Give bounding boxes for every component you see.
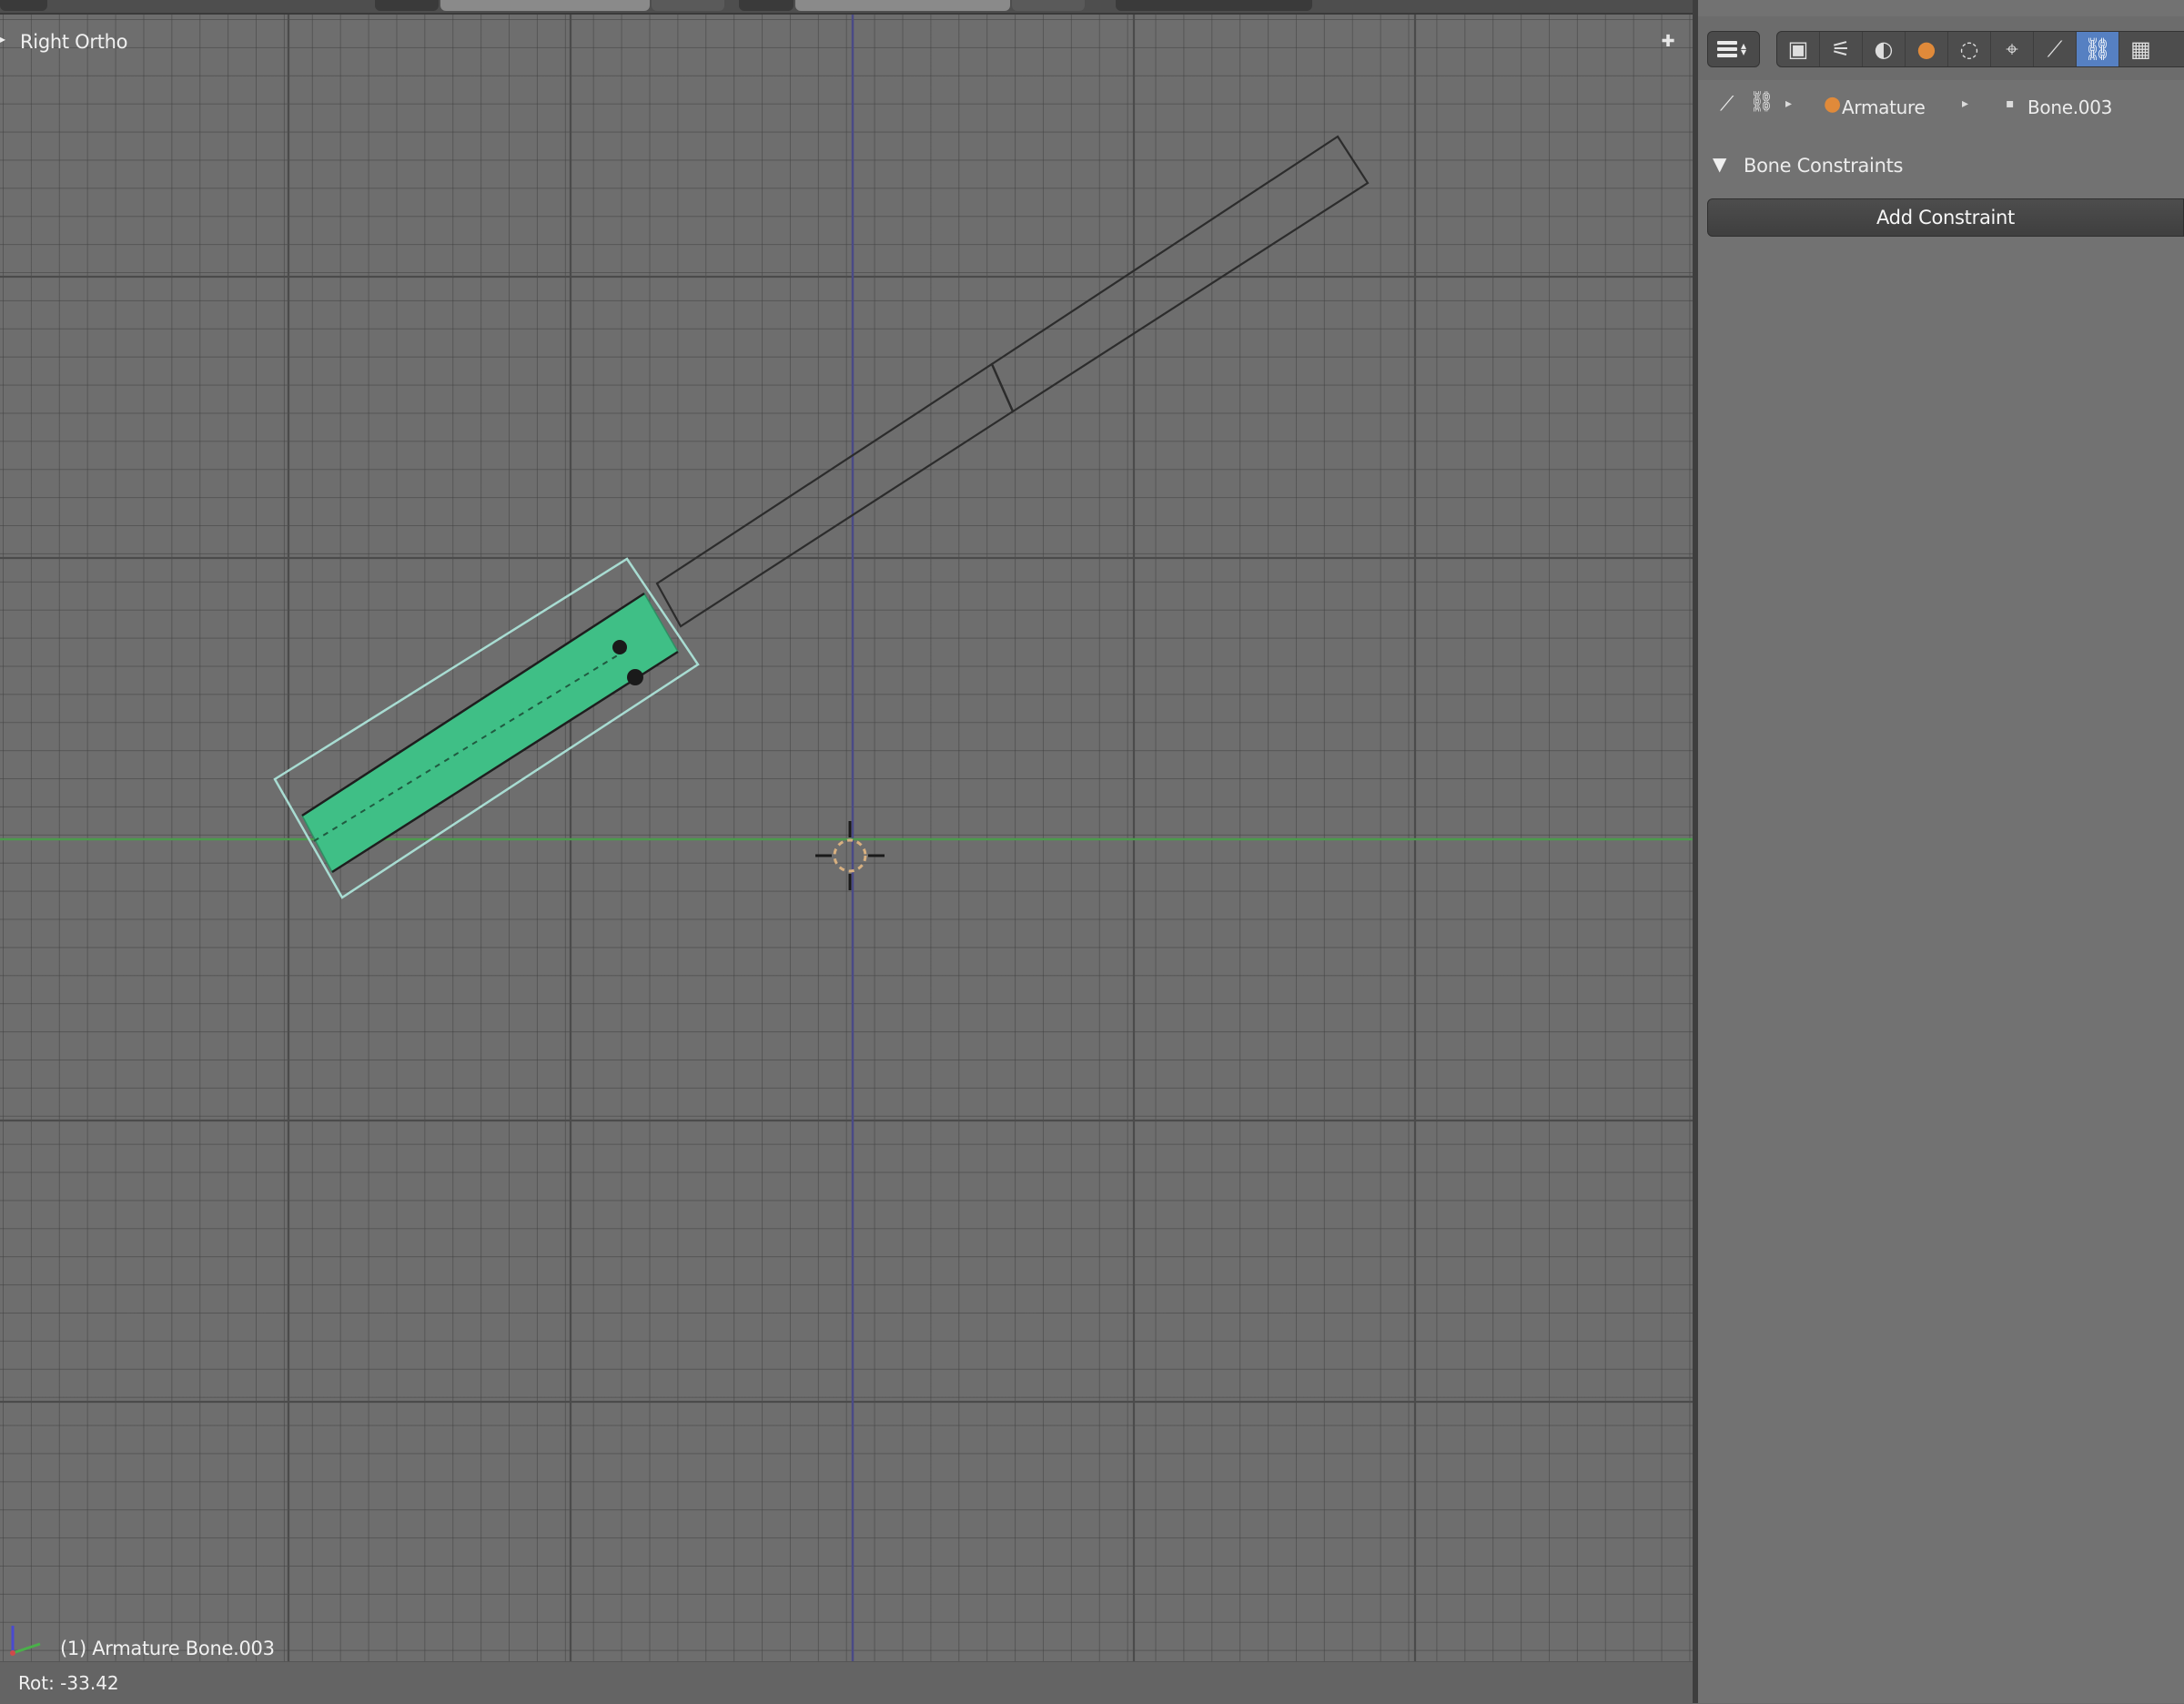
properties-editor-icon[interactable]: ▴ ▾: [1707, 31, 1760, 67]
header-toggle-block[interactable]: [739, 0, 794, 11]
add-constraint-button[interactable]: Add Constraint: [1707, 198, 2184, 237]
header-field-1[interactable]: [440, 0, 650, 11]
active-object-info: (1) Armature Bone.003: [60, 1638, 275, 1659]
view-label: Right Ortho: [20, 31, 128, 53]
editor-menu-block[interactable]: [0, 0, 47, 11]
header-field-2[interactable]: [795, 0, 1010, 11]
bone-constraints-panel-header[interactable]: ▼ Bone Constraints: [1713, 147, 2184, 184]
bone-data-icon: ⛓: [1749, 91, 1774, 114]
header-field-2-buttons[interactable]: [1012, 0, 1085, 11]
breadcrumb-bone: Bone.003: [2027, 96, 2113, 118]
viewport-corner-plus-icon[interactable]: ✚: [1661, 34, 1675, 50]
constraints-icon[interactable]: ⌖: [1991, 32, 2034, 66]
bone-icon[interactable]: ⟋: [2034, 32, 2077, 66]
bone-joint-tail: [627, 669, 643, 685]
bone-octahedral-unselected: [655, 135, 1370, 628]
collapse-arrow-icon[interactable]: ▼: [1713, 153, 1726, 175]
render-icon[interactable]: ▣: [1777, 32, 1820, 66]
scene-icon[interactable]: ◐: [1863, 32, 1906, 66]
rotation-readout: Rot: -33.42: [18, 1672, 119, 1694]
world-icon[interactable]: ●: [1906, 32, 1948, 66]
bone-small-icon: ▪: [2006, 96, 2015, 111]
view-menu-arrow-icon[interactable]: ▸: [0, 34, 9, 45]
render-layers-icon[interactable]: ⚟: [1820, 32, 1863, 66]
selected-bone-fill: [301, 592, 680, 874]
breadcrumb-separator-icon: ▸: [1785, 96, 1793, 111]
properties-editor: ▴ ▾ ▣ ⚟ ◐ ● ◌ ⌖ ⟋ ⛓ ▦ ⟋ ⛓ ▸ ● Armature ▸ …: [1698, 0, 2184, 1703]
properties-context-header: ▴ ▾ ▣ ⚟ ◐ ● ◌ ⌖ ⟋ ⛓ ▦: [1698, 16, 2184, 80]
context-tabs: ▣ ⚟ ◐ ● ◌ ⌖ ⟋ ⛓ ▦: [1776, 31, 2184, 67]
header-dropdown-block[interactable]: [1116, 0, 1312, 11]
breadcrumb-armature: Armature: [1842, 96, 1926, 118]
bone-joint-head: [612, 640, 627, 654]
viewport-canvas[interactable]: [0, 15, 1693, 1661]
bone-constraints-icon[interactable]: ⛓: [2077, 32, 2119, 66]
pin-icon[interactable]: ⟋: [1720, 93, 1734, 116]
panel-title: Bone Constraints: [1744, 155, 1904, 177]
texture-icon[interactable]: ▦: [2119, 32, 2162, 66]
breadcrumb-separator-icon: ▸: [1962, 96, 1969, 111]
selected-bone: [273, 557, 700, 899]
3d-cursor-icon: [815, 821, 885, 890]
mode-selector-block[interactable]: [375, 0, 439, 11]
header-field-1-buttons[interactable]: [652, 0, 724, 11]
breadcrumb: ⟋ ⛓ ▸ ● Armature ▸ ▪ Bone.003: [1698, 80, 2184, 137]
major-grid: [0, 15, 1693, 1661]
axis-gizmo-icon: [10, 1626, 41, 1656]
armature-object-icon: ●: [1824, 93, 1841, 116]
viewport-status-bar: Rot: -33.42: [0, 1661, 1693, 1704]
3d-viewport[interactable]: ▸ Right Ortho ✚ (1) Armature Bone.003: [0, 15, 1693, 1661]
object-icon[interactable]: ◌: [1948, 32, 1991, 66]
